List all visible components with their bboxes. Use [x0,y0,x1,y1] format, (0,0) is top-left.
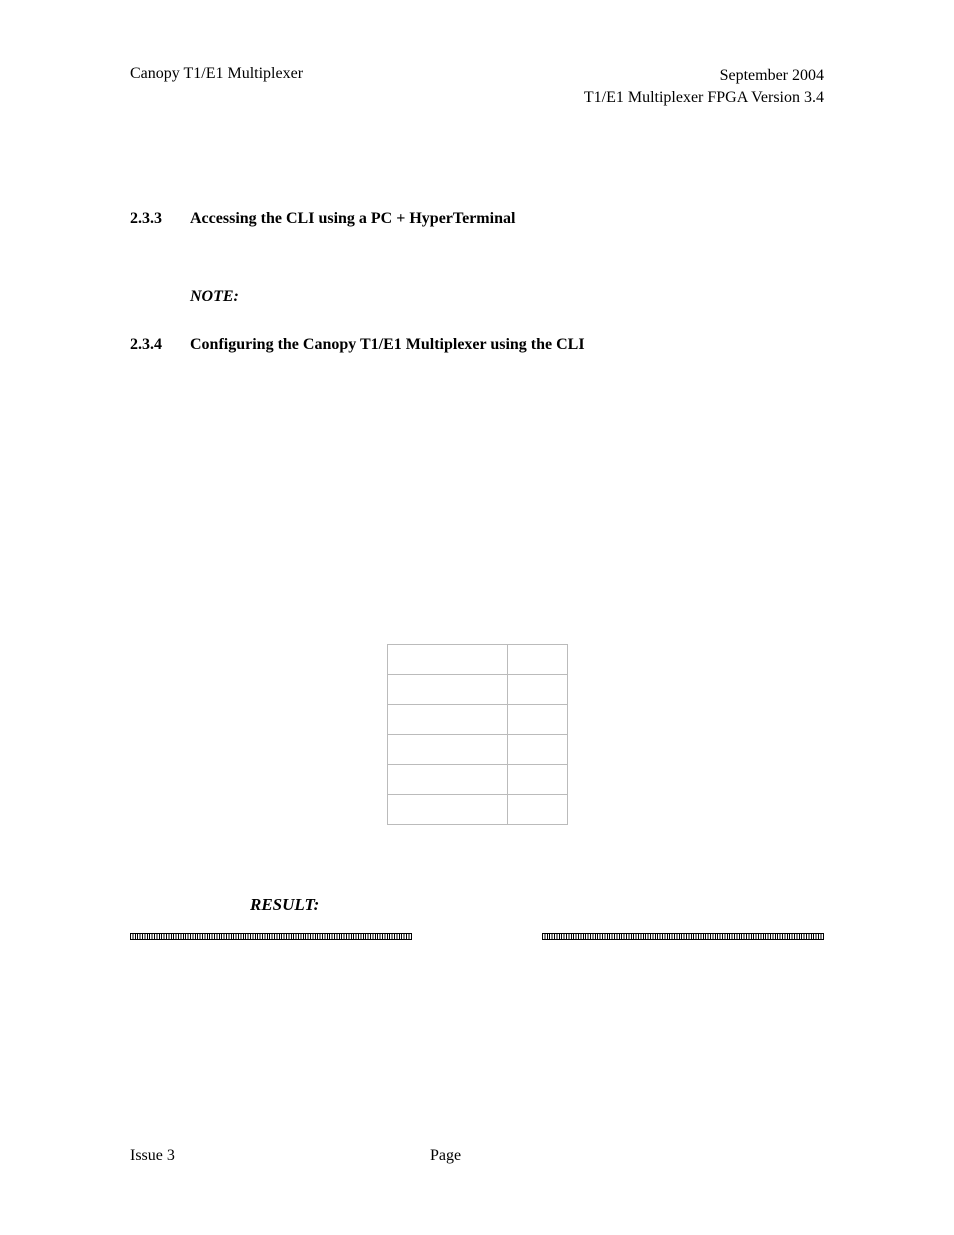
section-number: 2.3.3 [130,210,190,228]
header-date: September 2004 [584,65,824,87]
footer-page: Page [430,1147,461,1165]
table-row [387,674,567,704]
table-row [387,734,567,764]
table-cell [387,764,507,794]
table-cell [507,794,567,824]
page-footer: Issue 3 Page [130,1147,824,1165]
table-cell [507,704,567,734]
header-title-right: September 2004 T1/E1 Multiplexer FPGA Ve… [584,65,824,110]
section-title: Accessing the CLI using a PC + HyperTerm… [190,210,515,228]
hash-divider-right [542,933,824,940]
divider-row [130,933,824,940]
table-row [387,644,567,674]
table-row [387,794,567,824]
table-cell [387,734,507,764]
header-title-left: Canopy T1/E1 Multiplexer [130,65,303,83]
page-header: Canopy T1/E1 Multiplexer September 2004 … [130,65,824,110]
section-2-3-4: 2.3.4 Configuring the Canopy T1/E1 Multi… [130,336,824,354]
result-label: RESULT: [250,895,319,914]
section-number: 2.3.4 [130,336,190,354]
table-cell [507,644,567,674]
document-page: Canopy T1/E1 Multiplexer September 2004 … [0,0,954,1235]
hash-divider-left [130,933,412,940]
note-label: NOTE: [190,288,239,305]
table-cell [507,764,567,794]
parameter-table [387,644,568,825]
section-2-3-3: 2.3.3 Accessing the CLI using a PC + Hyp… [130,210,824,228]
table-cell [387,794,507,824]
table-cell [507,734,567,764]
table-cell [387,704,507,734]
table-cell [387,674,507,704]
parameter-table-wrap [130,644,824,825]
footer-issue: Issue 3 [130,1147,430,1165]
table-cell [507,674,567,704]
result-block: RESULT: [250,895,824,915]
header-version: T1/E1 Multiplexer FPGA Version 3.4 [584,87,824,109]
table-row [387,764,567,794]
note-block: NOTE: [190,288,824,306]
section-title: Configuring the Canopy T1/E1 Multiplexer… [190,336,585,354]
table-cell [387,644,507,674]
table-row [387,704,567,734]
